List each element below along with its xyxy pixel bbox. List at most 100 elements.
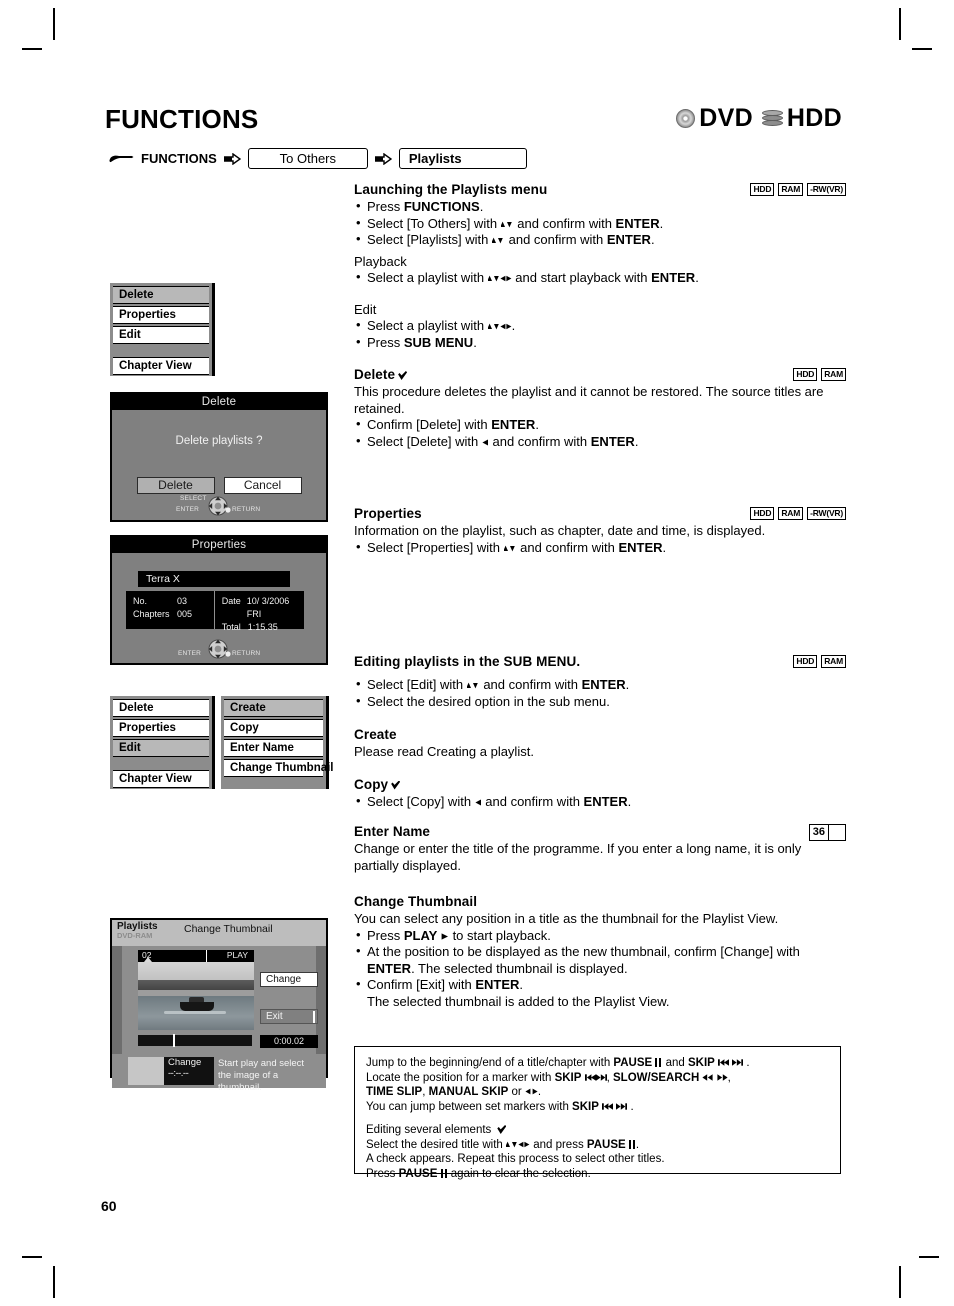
video-preview: 02 PLAY	[138, 950, 254, 1030]
return-dot-icon	[225, 507, 231, 513]
dvd-logo: DVD	[676, 104, 753, 133]
properties-dialog-title: Properties	[112, 537, 326, 553]
section-enter-name: 36 Enter Name Change or enter the title …	[354, 824, 846, 874]
menu2-item-chapter-view[interactable]: Chapter View	[113, 770, 209, 788]
up-down-arrow-icon-4	[465, 678, 480, 689]
note-line-1: Jump to the beginning/end of a title/cha…	[366, 1057, 750, 1069]
hdd-logo-label: HDD	[786, 104, 842, 132]
osd-menu-second: Delete Properties Edit Chapter View	[110, 696, 215, 789]
menu2-item-delete[interactable]: Delete	[113, 699, 209, 717]
ct-seek-marker-icon	[144, 957, 152, 962]
properties-bullets: Select [Properties] with and confirm wit…	[354, 539, 846, 557]
book-icon	[829, 825, 845, 840]
heading-delete: Delete	[354, 367, 846, 382]
submenu-item-change-thumbnail[interactable]: Change Thumbnail	[224, 759, 334, 777]
label-edit: Edit	[354, 301, 377, 317]
heading-create: Create	[354, 727, 397, 742]
left-arrow-icon-2	[475, 795, 482, 805]
submenu-item-copy[interactable]: Copy	[224, 719, 323, 737]
ct-footer-description: Start play and select the image of a thu…	[218, 1058, 305, 1093]
breadcrumb: FUNCTIONS To Others Playlists	[108, 148, 527, 169]
ct-footer-label-box: Change --:--.--	[164, 1057, 214, 1085]
up-down-arrow-icon-3	[502, 541, 517, 551]
playback-bullet-1: Select a playlist with and start playbac…	[354, 269, 846, 287]
content-column: HDD RAM -RW(VR) Launching the Playlists …	[354, 182, 846, 1010]
hint-return: RETURN	[232, 506, 261, 513]
delete-dialog-body: Delete playlists ? Delete Cancel SELECT …	[112, 410, 326, 520]
submenu-item-enter-name[interactable]: Enter Name	[224, 739, 323, 757]
ct-exit-button[interactable]: Exit	[260, 1009, 318, 1024]
disc-icon	[676, 109, 696, 128]
note-line-3: TIME SLIP, MANUAL SKIP or .	[366, 1086, 542, 1098]
pause-icon-2	[628, 1139, 636, 1149]
submenu-item-create[interactable]: Create	[224, 699, 323, 717]
badge-delete-ram: RAM	[821, 368, 846, 381]
menu2-item-edit[interactable]: Edit	[113, 739, 209, 757]
breadcrumb-step-to-others[interactable]: To Others	[247, 148, 368, 169]
change-thumbnail-footer: Change --:--.-- Start play and select th…	[112, 1054, 326, 1093]
properties-dialog-body: Terra X No. 03 Chapters 005 Date 10/ 3/2…	[112, 553, 326, 663]
badges-delete: HDD RAM	[793, 368, 846, 381]
osd-menu-first: Delete Properties Edit Chapter View	[110, 283, 215, 376]
properties-dialog: Properties Terra X No. 03 Chapters 005 D…	[110, 535, 328, 665]
crop-mark-right-top-h	[912, 48, 932, 50]
heading-change-thumbnail: Change Thumbnail	[354, 894, 478, 909]
skip-forward-icon	[732, 1057, 744, 1066]
properties-value-total: 1:15.35	[247, 622, 278, 632]
delete-cancel-button[interactable]: Cancel	[223, 477, 302, 494]
properties-value-date: 10/ 3/2006 FRI	[246, 596, 290, 619]
left-arrow-icon	[482, 435, 489, 445]
copy-bullet-1: Select [Copy] with and confirm with ENTE…	[354, 793, 846, 811]
section-delete: HDD RAM Delete This procedure deletes th…	[354, 367, 846, 450]
ct-seekbar[interactable]	[138, 1034, 252, 1047]
heading-delete-text: Delete	[354, 367, 396, 382]
skip-forward-icon-2	[595, 1072, 607, 1081]
left-right-arrow-icon	[525, 1086, 538, 1095]
breadcrumb-root: FUNCTIONS	[141, 151, 217, 166]
crop-mark-top-right-v	[899, 8, 901, 40]
editing-bullets: Select [Edit] with and confirm with ENTE…	[354, 676, 846, 710]
edit-bullets: Select a playlist with . Press SUB MENU.	[354, 317, 846, 351]
badge-ram: RAM	[778, 183, 804, 196]
change-thumbnail-bullets: Press PLAY to start playback. At the pos…	[354, 927, 846, 994]
menu-separator	[113, 346, 209, 357]
properties-row-chapters: Chapters 005	[133, 608, 214, 621]
skip-back-icon-2	[584, 1072, 596, 1081]
ct-footer-thumbnail	[128, 1057, 164, 1085]
menu-item-delete[interactable]: Delete	[113, 286, 209, 304]
breadcrumb-step-playlists[interactable]: Playlists	[398, 148, 527, 169]
ct-bullet-2: At the position to be displayed as the n…	[354, 943, 846, 977]
menu-item-chapter-view[interactable]: Chapter View	[113, 357, 209, 375]
section-launching-playlists: HDD RAM -RW(VR) Launching the Playlists …	[354, 182, 846, 351]
skip-back-icon-3	[602, 1101, 614, 1110]
note-box: Jump to the beginning/end of a title/cha…	[354, 1046, 841, 1180]
up-down-arrow-icon	[499, 217, 514, 227]
properties-column-right: Date 10/ 3/2006 FRI Total 1:15.35	[215, 591, 304, 632]
ct-change-button[interactable]: Change	[260, 972, 318, 987]
section-properties: HDD RAM -RW(VR) Properties Information o…	[354, 506, 846, 556]
properties-key-total: Total	[221, 622, 241, 632]
edit-bullet-1: Select a playlist with .	[354, 317, 846, 335]
badge-editing-ram: RAM	[821, 655, 846, 668]
properties-table: No. 03 Chapters 005 Date 10/ 3/2006 FRI	[126, 591, 304, 632]
properties-value-chapters: 005	[177, 609, 193, 619]
menu-item-edit[interactable]: Edit	[113, 326, 209, 344]
badge-props-hdd: HDD	[750, 507, 775, 520]
menu2-item-properties[interactable]: Properties	[113, 719, 209, 737]
delete-dialog-title: Delete	[112, 394, 326, 410]
properties-row-date: Date 10/ 3/2006 FRI	[222, 595, 304, 621]
badge-delete-hdd: HDD	[793, 368, 818, 381]
heading-copy-text: Copy	[354, 776, 389, 792]
delete-dialog-buttons: Delete Cancel	[112, 477, 326, 494]
properties-body: Information on the playlist, such as cha…	[354, 523, 766, 538]
copy-bullets: Select [Copy] with and confirm with ENTE…	[354, 793, 846, 811]
pause-icon-3	[440, 1168, 448, 1178]
menu-item-properties[interactable]: Properties	[113, 306, 209, 324]
delete-confirm-button[interactable]: Delete	[136, 477, 215, 494]
arrow-right-icon	[223, 152, 241, 165]
up-down-arrow-icon-2	[491, 233, 505, 244]
ct-header-media: DVD-RAM	[117, 931, 153, 940]
multi-select-check-icon	[398, 371, 407, 380]
launching-bullet-3: Select [Playlists] with and confirm with…	[354, 231, 846, 249]
dvd-logo-label: DVD	[699, 104, 753, 132]
